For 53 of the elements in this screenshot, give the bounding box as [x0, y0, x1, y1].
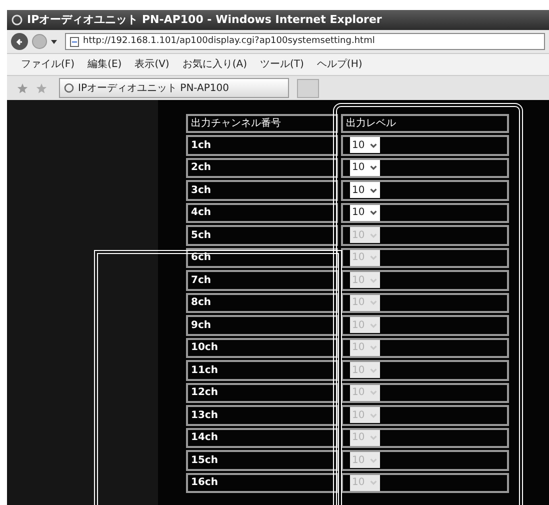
channel-cell: 12ch — [186, 382, 338, 403]
chevron-down-icon — [369, 230, 378, 240]
window-title: IPオーディオユニット PN-AP100 - Windows Internet Explorer — [7, 10, 549, 30]
address-field[interactable]: http://192.168.1.101/ap100display.cgi?ap100systemsetting.html — [65, 33, 545, 50]
channel-cell: 11ch — [186, 360, 338, 380]
chevron-down-icon — [369, 388, 378, 398]
channel-cell: 13ch — [186, 405, 338, 426]
new-tab-button[interactable] — [297, 78, 319, 98]
chevron-down-icon — [369, 186, 378, 195]
channel-cell: 9ch — [186, 315, 338, 336]
chevron-down-icon — [369, 208, 378, 218]
star-icon[interactable] — [17, 82, 28, 94]
chevron-down-icon — [369, 140, 378, 150]
dropdown-arrow-icon — [51, 40, 57, 44]
channel-cell: 5ch — [186, 225, 338, 246]
chevron-down-icon — [369, 456, 378, 465]
browser-tab[interactable]: IPオーディオユニット PN-AP100 — [59, 78, 289, 98]
chevron-down-icon — [369, 253, 378, 262]
channel-cell: 10ch — [186, 338, 338, 358]
chevron-down-icon — [369, 410, 378, 420]
add-favorite-icon[interactable] — [36, 82, 47, 94]
column-header: 出力レベル — [341, 114, 509, 133]
arrow-left-icon — [14, 36, 24, 46]
level-dropdown[interactable]: 10 — [350, 204, 380, 221]
chevron-down-icon — [369, 478, 378, 488]
chevron-down-icon — [369, 366, 378, 375]
back-button[interactable] — [11, 33, 28, 50]
channel-cell: 7ch — [186, 270, 338, 290]
level-dropdown[interactable]: 10 — [350, 160, 380, 176]
chevron-down-icon — [369, 298, 378, 308]
channel-cell: 14ch — [186, 428, 338, 448]
channel-cell: 2ch — [186, 158, 338, 178]
channel-cell: 1ch — [186, 135, 338, 156]
menu-item[interactable]: 編集(E) — [88, 57, 122, 72]
level-dropdown[interactable]: 10 — [350, 137, 380, 154]
chevron-down-icon — [369, 276, 378, 285]
channel-cell: 8ch — [186, 292, 338, 313]
chevron-down-icon — [369, 163, 378, 172]
chevron-down-icon — [369, 433, 378, 442]
menu-item[interactable]: 表示(V) — [134, 57, 170, 72]
forward-button[interactable] — [32, 34, 47, 49]
chevron-down-icon — [369, 343, 378, 352]
column-header: 出力チャンネル番号 — [186, 114, 338, 133]
menu-item[interactable]: ファイル(F) — [21, 57, 75, 72]
channel-cell: 16ch — [186, 472, 338, 493]
menu-item[interactable]: お気に入り(A) — [182, 57, 247, 72]
level-dropdown[interactable]: 10 — [350, 182, 380, 198]
menu-item[interactable]: ツール(T) — [260, 57, 304, 72]
menu-item[interactable]: ヘルプ(H) — [316, 57, 362, 72]
chevron-down-icon — [369, 320, 378, 330]
channel-cell: 4ch — [186, 202, 338, 223]
channel-cell: 3ch — [186, 180, 338, 200]
channel-cell: 15ch — [186, 450, 338, 470]
